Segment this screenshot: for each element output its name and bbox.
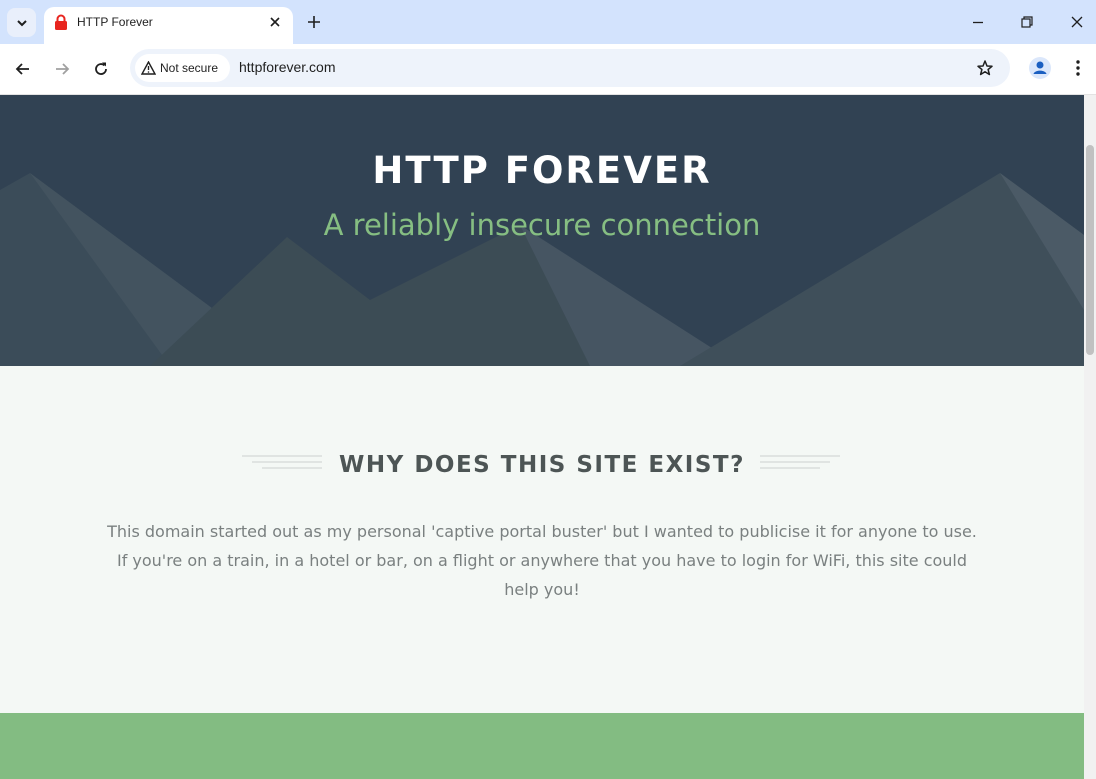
profile-avatar[interactable]	[1029, 57, 1051, 79]
why-section: WHY DOES THIS SITE EXIST? This domain st…	[0, 366, 1084, 713]
security-label: Not secure	[160, 61, 219, 75]
browser-toolbar: Not secure httpforever.com	[0, 44, 1096, 95]
tab-title: HTTP Forever	[77, 15, 153, 29]
security-indicator[interactable]: Not secure	[135, 54, 230, 82]
close-window-icon[interactable]	[1068, 13, 1086, 31]
section-paragraph: This domain started out as my personal '…	[107, 522, 977, 599]
bookmark-star-icon[interactable]	[976, 59, 994, 77]
back-arrow-icon[interactable]	[14, 60, 32, 78]
reload-icon[interactable]	[92, 60, 110, 78]
site-title: HTTP FOREVER	[372, 149, 712, 192]
minimize-icon[interactable]	[969, 13, 987, 31]
page-viewport: HTTP FOREVER A reliably insecure connect…	[0, 95, 1084, 779]
new-tab-icon[interactable]	[305, 13, 323, 31]
site-tagline: A reliably insecure connection	[323, 208, 761, 242]
hero-banner: HTTP FOREVER A reliably insecure connect…	[0, 95, 1084, 366]
close-tab-icon[interactable]	[268, 15, 282, 29]
warning-triangle-icon	[141, 61, 156, 75]
forward-arrow-icon[interactable]	[53, 60, 71, 78]
more-menu-icon[interactable]	[1070, 58, 1086, 78]
address-bar[interactable]: Not secure httpforever.com	[130, 49, 1010, 87]
page-scrollbar[interactable]	[1084, 95, 1096, 779]
url-text[interactable]: httpforever.com	[239, 59, 336, 75]
browser-tab[interactable]: HTTP Forever	[44, 7, 293, 44]
lock-icon	[55, 14, 67, 30]
restore-icon[interactable]	[1018, 13, 1036, 31]
tab-search-button[interactable]	[7, 8, 36, 37]
section-heading: WHY DOES THIS SITE EXIST?	[339, 452, 745, 478]
person-icon	[1033, 61, 1047, 74]
chevron-down-icon	[16, 19, 27, 26]
heading-decoration-right	[760, 455, 840, 469]
tab-strip: HTTP Forever	[0, 0, 1096, 44]
green-section	[0, 713, 1084, 779]
scrollbar-thumb[interactable]	[1086, 145, 1094, 355]
